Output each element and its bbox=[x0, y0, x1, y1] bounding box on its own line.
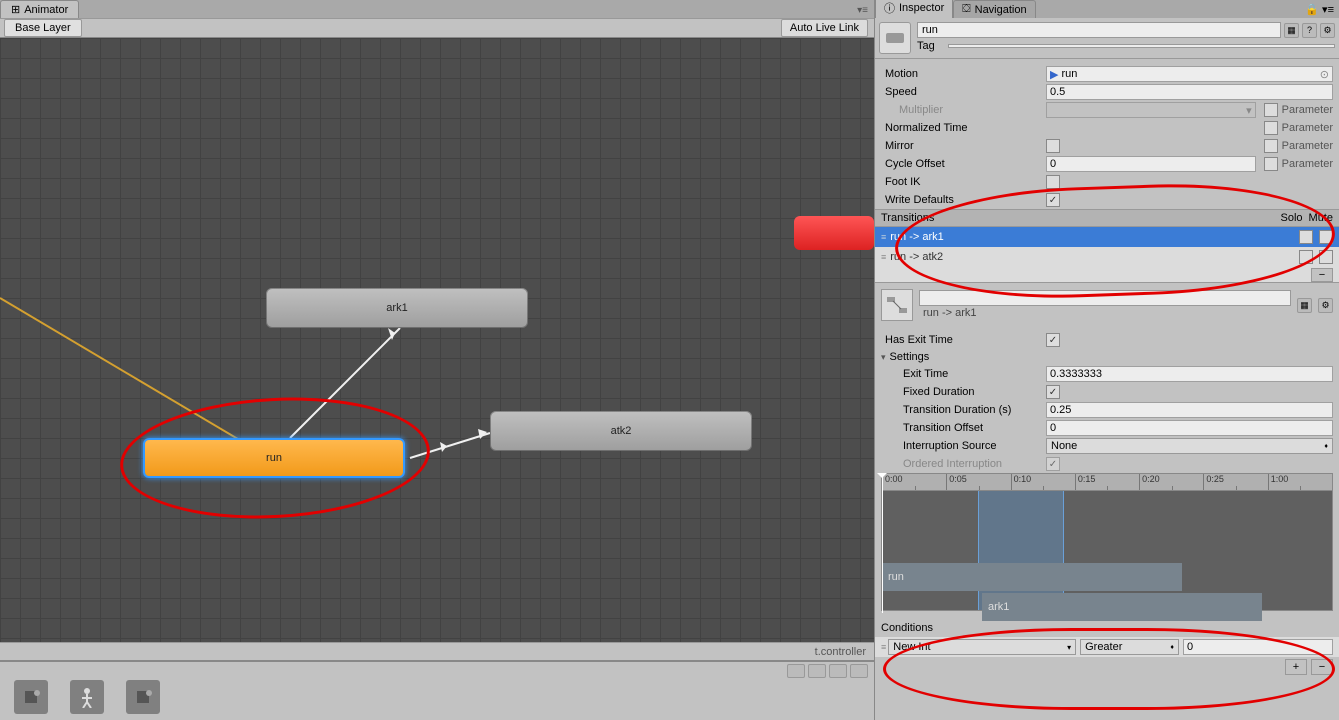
hasexittime-label: Has Exit Time bbox=[881, 334, 1046, 346]
trans2-mute-checkbox[interactable] bbox=[1319, 250, 1333, 264]
state-icon-button[interactable]: ▦ bbox=[1284, 23, 1299, 38]
settings-foldout[interactable]: Settings bbox=[875, 349, 1339, 365]
mirror-label: Mirror bbox=[881, 140, 1046, 152]
trans1-solo-checkbox[interactable] bbox=[1299, 230, 1313, 244]
transition-icon-button[interactable]: ▦ bbox=[1297, 298, 1312, 313]
writedefaults-label: Write Defaults bbox=[881, 194, 1046, 206]
state-node-ark1[interactable]: ark1 bbox=[266, 288, 528, 328]
inspector-icon: ⓘ bbox=[884, 0, 895, 16]
mini-btn-4[interactable] bbox=[850, 664, 868, 678]
transition-icon bbox=[881, 289, 913, 321]
multiplier-field: ▾ bbox=[1046, 102, 1256, 118]
avatar-tool-2[interactable] bbox=[70, 680, 104, 714]
multiplier-param-checkbox[interactable] bbox=[1264, 103, 1278, 117]
transitions-list: ≡ run -> ark1 ≡ run -> atk2 bbox=[875, 227, 1339, 267]
cycleoffset-param-checkbox[interactable] bbox=[1264, 157, 1278, 171]
drag-handle-icon[interactable]: ≡ bbox=[881, 642, 884, 652]
base-layer-tab[interactable]: Base Layer bbox=[4, 19, 82, 37]
navigation-tab[interactable]: ⛋ Navigation bbox=[953, 0, 1035, 18]
timeline-block-run[interactable]: run bbox=[882, 563, 1182, 591]
animator-tab-label: Animator bbox=[24, 4, 68, 16]
transition-item-1[interactable]: ≡ run -> ark1 bbox=[875, 227, 1339, 247]
auto-live-link-button[interactable]: Auto Live Link bbox=[781, 19, 868, 37]
animator-graph[interactable]: ark1 atk2 run bbox=[0, 38, 874, 642]
state-node-atk2[interactable]: atk2 bbox=[490, 411, 752, 451]
footik-checkbox[interactable] bbox=[1046, 175, 1060, 189]
state-name-field[interactable]: run bbox=[917, 22, 1281, 38]
cycleoffset-label: Cycle Offset bbox=[881, 158, 1046, 170]
inspector-menu-icon[interactable]: 🔒 ▾≡ bbox=[1300, 1, 1339, 18]
timeline-ruler[interactable]: 0:00 0:05 0:10 0:15 0:20 0:25 1:00 bbox=[881, 473, 1333, 491]
inspector-tab[interactable]: ⓘ Inspector bbox=[875, 0, 953, 18]
transduration-label: Transition Duration (s) bbox=[881, 404, 1046, 416]
avatar-tool-3[interactable] bbox=[126, 680, 160, 714]
transition-name-field[interactable] bbox=[919, 290, 1291, 306]
footik-label: Foot IK bbox=[881, 176, 1046, 188]
playhead[interactable] bbox=[882, 473, 883, 613]
tag-label: Tag bbox=[917, 40, 945, 52]
condition-op-dropdown[interactable]: Greater bbox=[1080, 639, 1179, 655]
orderedinterrupt-checkbox: ✓ bbox=[1046, 457, 1060, 471]
speed-label: Speed bbox=[881, 86, 1046, 98]
writedefaults-checkbox[interactable]: ✓ bbox=[1046, 193, 1060, 207]
motion-field[interactable]: ▶ run ⊙ bbox=[1046, 66, 1333, 82]
object-picker-icon[interactable]: ⊙ bbox=[1320, 68, 1329, 81]
interruptsrc-label: Interruption Source bbox=[881, 440, 1046, 452]
tag-field[interactable] bbox=[948, 44, 1335, 48]
speed-field[interactable] bbox=[1046, 84, 1333, 100]
fixedduration-checkbox[interactable]: ✓ bbox=[1046, 385, 1060, 399]
avatar-tool-1[interactable] bbox=[14, 680, 48, 714]
transduration-field[interactable] bbox=[1046, 402, 1333, 418]
transoffset-label: Transition Offset bbox=[881, 422, 1046, 434]
status-bar: t.controller bbox=[0, 642, 874, 660]
timeline-block-ark1[interactable]: ark1 bbox=[982, 593, 1262, 621]
panel-menu-icon[interactable]: ▾≡ bbox=[851, 3, 874, 18]
mini-btn-3[interactable] bbox=[829, 664, 847, 678]
transitions-header: Transitions Solo Mute bbox=[875, 209, 1339, 227]
cycleoffset-field[interactable] bbox=[1046, 156, 1256, 172]
gear-icon[interactable]: ⚙ bbox=[1320, 23, 1335, 38]
state-icon bbox=[879, 22, 911, 54]
timeline-body[interactable]: run ark1 bbox=[881, 491, 1333, 611]
normtime-label: Normalized Time bbox=[881, 122, 1046, 134]
interruptsrc-dropdown[interactable]: None bbox=[1046, 438, 1333, 454]
orderedinterrupt-label: Ordered Interruption bbox=[881, 458, 1046, 470]
multiplier-label: Multiplier bbox=[881, 104, 1046, 116]
normtime-param-checkbox[interactable] bbox=[1264, 121, 1278, 135]
bottom-panel bbox=[0, 660, 874, 720]
exittime-label: Exit Time bbox=[881, 368, 1046, 380]
state-node-run[interactable]: run bbox=[143, 438, 405, 478]
condition-param-dropdown[interactable]: New Int bbox=[888, 639, 1076, 655]
motion-label: Motion bbox=[881, 68, 1046, 80]
drag-handle-icon[interactable]: ≡ bbox=[881, 232, 884, 242]
transition-name-text: run -> ark1 bbox=[919, 306, 1291, 320]
transition-item-2[interactable]: ≡ run -> atk2 bbox=[875, 247, 1339, 267]
transoffset-field[interactable] bbox=[1046, 420, 1333, 436]
trans1-mute-checkbox[interactable] bbox=[1319, 230, 1333, 244]
animator-tab[interactable]: ⊞ Animator bbox=[0, 0, 79, 18]
remove-condition-button[interactable]: − bbox=[1311, 659, 1333, 675]
mini-btn-1[interactable] bbox=[787, 664, 805, 678]
transition-gear-icon[interactable]: ⚙ bbox=[1318, 298, 1333, 313]
drag-handle-icon[interactable]: ≡ bbox=[881, 252, 884, 262]
navigation-icon: ⛋ bbox=[962, 3, 970, 16]
mirror-checkbox[interactable] bbox=[1046, 139, 1060, 153]
exittime-field[interactable] bbox=[1046, 366, 1333, 382]
mirror-param-checkbox[interactable] bbox=[1264, 139, 1278, 153]
help-icon[interactable]: ? bbox=[1302, 23, 1317, 38]
add-condition-button[interactable]: + bbox=[1285, 659, 1307, 675]
state-node-red[interactable] bbox=[794, 216, 874, 250]
trans2-solo-checkbox[interactable] bbox=[1299, 250, 1313, 264]
remove-transition-button[interactable]: − bbox=[1311, 268, 1333, 282]
condition-value-field[interactable] bbox=[1183, 639, 1333, 655]
hasexittime-checkbox[interactable]: ✓ bbox=[1046, 333, 1060, 347]
conditions-header: Conditions bbox=[875, 619, 1339, 637]
play-icon: ▶ bbox=[1050, 68, 1058, 81]
mini-btn-2[interactable] bbox=[808, 664, 826, 678]
animator-icon: ⊞ bbox=[11, 3, 20, 16]
condition-row: ≡ New Int Greater bbox=[875, 637, 1339, 657]
fixedduration-label: Fixed Duration bbox=[881, 386, 1046, 398]
